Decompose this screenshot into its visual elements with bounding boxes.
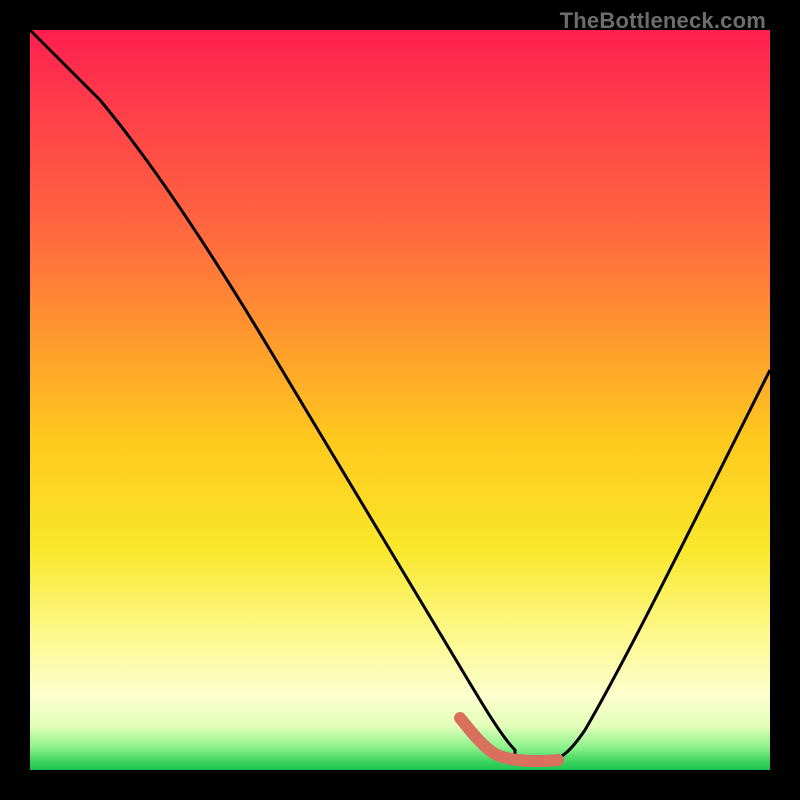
bottleneck-curve [30,30,770,760]
chart-container: TheBottleneck.com [0,0,800,800]
chart-svg [30,30,770,770]
watermark-text: TheBottleneck.com [560,8,766,34]
optimal-range-highlight [460,718,558,761]
